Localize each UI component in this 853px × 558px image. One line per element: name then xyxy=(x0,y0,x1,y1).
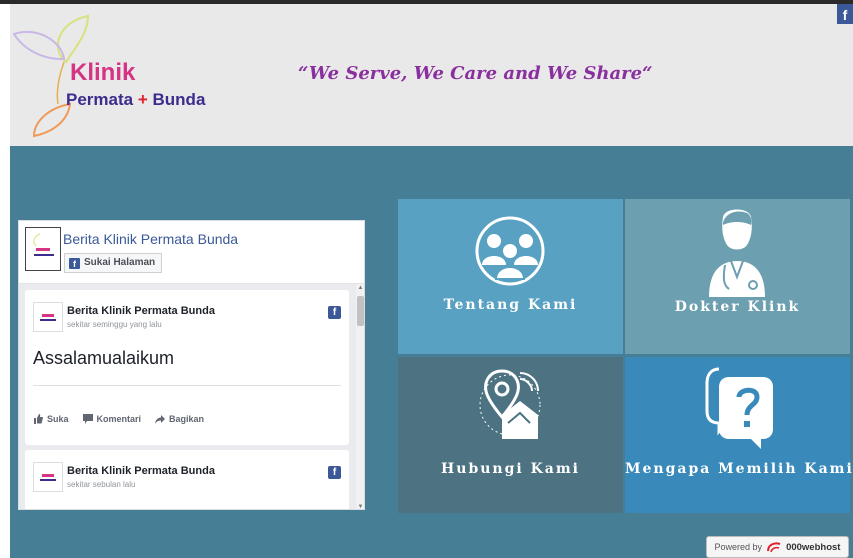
scroll-up-arrow-icon[interactable]: ▲ xyxy=(356,284,364,292)
page-logo-icon xyxy=(33,233,54,256)
like-action[interactable]: Suka xyxy=(33,414,69,424)
scrollbar-thumb[interactable] xyxy=(357,296,364,326)
comment-action[interactable]: Komentari xyxy=(82,414,142,424)
tile-mengapa-memilih-kami[interactable]: Mengapa Memilih Kami xyxy=(625,357,853,513)
post-actions: Suka Komentari Bagikan xyxy=(33,414,204,424)
webhost-brand: 000webhost xyxy=(786,541,841,553)
logo-subtitle: Permata + Bunda xyxy=(66,90,205,110)
feed-scrollbar[interactable]: ▲ ▼ xyxy=(356,284,364,509)
post-time[interactable]: sekitar seminggu yang lalu xyxy=(67,320,162,329)
tile-label: Dokter Klink xyxy=(674,299,801,315)
doctor-icon xyxy=(709,209,765,297)
tile-hubungi-kami[interactable]: Hubungi Kami xyxy=(398,357,623,513)
post-divider xyxy=(33,385,341,386)
tile-label: Hubungi Kami xyxy=(441,461,580,477)
comment-icon xyxy=(82,414,93,424)
post-author[interactable]: Berita Klinik Permata Bunda xyxy=(67,305,215,317)
like-label: Suka xyxy=(47,414,69,424)
thumbs-up-icon xyxy=(34,414,43,424)
post-avatar[interactable] xyxy=(33,462,63,492)
feed-post: Berita Klinik Permata Bunda sekitar semi… xyxy=(25,290,349,445)
share-action[interactable]: Bagikan xyxy=(155,414,204,424)
logo-sub-plus: + xyxy=(137,90,148,109)
share-label: Bagikan xyxy=(169,414,205,424)
tile-label: Mengapa Memilih Kami xyxy=(625,461,853,477)
webhost-logo-icon xyxy=(767,542,781,553)
tile-dokter-klink[interactable]: Dokter Klink xyxy=(625,199,850,354)
tile-label: Tentang Kami xyxy=(443,297,578,313)
page-logo-icon xyxy=(40,314,56,321)
post-text: Assalamualaikum xyxy=(33,348,175,368)
feed-post: Berita Klinik Permata Bunda sekitar sebu… xyxy=(25,450,349,509)
facebook-corner-icon[interactable]: f xyxy=(837,4,853,24)
question-bubble-icon xyxy=(705,367,773,449)
map-pin-phone-icon xyxy=(479,369,541,439)
share-arrow-icon xyxy=(155,415,166,424)
logo-sub-permata: Permata xyxy=(66,90,134,109)
post-author[interactable]: Berita Klinik Permata Bunda xyxy=(67,465,215,477)
group-icon xyxy=(475,216,545,286)
powered-by-label: Powered by xyxy=(714,542,763,552)
scroll-down-arrow-icon[interactable]: ▼ xyxy=(356,503,364,509)
facebook-icon: f xyxy=(69,257,80,269)
post-time[interactable]: sekitar sebulan lalu xyxy=(67,480,135,489)
tile-tentang-kami[interactable]: Tentang Kami xyxy=(398,199,623,354)
page-logo-icon xyxy=(40,474,56,481)
facebook-icon[interactable]: f xyxy=(328,306,341,319)
site-logo[interactable]: Klinik Permata + Bunda xyxy=(10,4,210,146)
logo-sub-bunda: Bunda xyxy=(152,90,206,109)
like-page-button[interactable]: f Sukai Halaman xyxy=(64,253,163,273)
post-feed: Berita Klinik Permata Bunda sekitar semi… xyxy=(19,284,364,509)
page-title-link[interactable]: Berita Klinik Permata Bunda xyxy=(63,231,238,247)
post-avatar[interactable] xyxy=(33,302,63,332)
widget-header: Berita Klinik Permata Bunda f Sukai Hala… xyxy=(19,221,364,284)
comment-label: Komentari xyxy=(96,414,142,424)
logo-title: Klinik xyxy=(70,59,136,86)
slogan: “We Serve, We Care and We Share“ xyxy=(298,63,653,84)
page-thumbnail[interactable] xyxy=(25,227,61,271)
like-page-label: Sukai Halaman xyxy=(84,257,156,268)
powered-by-badge[interactable]: Powered by 000webhost xyxy=(706,536,849,558)
facebook-icon[interactable]: f xyxy=(328,466,341,479)
facebook-page-widget: Berita Klinik Permata Bunda f Sukai Hala… xyxy=(18,220,365,510)
